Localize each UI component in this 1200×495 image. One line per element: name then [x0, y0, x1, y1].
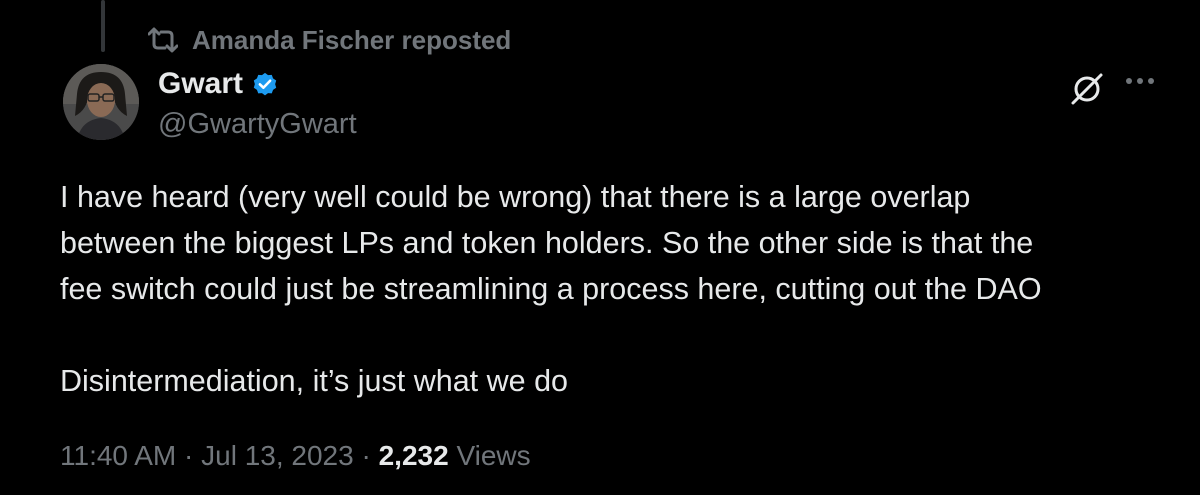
tweet-time[interactable]: 11:40 AM: [60, 440, 176, 471]
author-name-row[interactable]: Gwart: [158, 64, 279, 104]
tweet-line: between the biggest LPs and token holder…: [60, 226, 1034, 260]
verified-badge-icon[interactable]: [251, 70, 279, 98]
thread-connector-line: [101, 0, 105, 52]
tweet-line: I have heard (very well could be wrong) …: [60, 180, 971, 214]
repost-context[interactable]: Amanda Fischer reposted: [148, 22, 511, 58]
meta-separator: ·: [184, 440, 194, 471]
more-icon[interactable]: [1126, 78, 1154, 84]
views-count: 2,232: [378, 440, 449, 471]
meta-separator: ·: [361, 440, 371, 471]
repost-icon: [148, 27, 178, 53]
tweet-line: Disintermediation, it’s just what we do: [60, 364, 569, 398]
views-label: Views: [456, 440, 531, 471]
repost-label[interactable]: Amanda Fischer reposted: [192, 25, 511, 56]
grok-icon[interactable]: [1068, 70, 1106, 113]
more-dot: [1148, 78, 1154, 84]
tweet-text: I have heard (very well could be wrong) …: [60, 174, 1180, 404]
tweet-line: fee switch could just be streamlining a …: [60, 272, 1042, 306]
tweet-metadata: 11:40 AM · Jul 13, 2023 · 2,232 Views: [60, 436, 531, 476]
avatar[interactable]: [63, 64, 139, 140]
more-dot: [1126, 78, 1132, 84]
more-dot: [1137, 78, 1143, 84]
tweet-date[interactable]: Jul 13, 2023: [201, 440, 354, 471]
author-handle[interactable]: @GwartyGwart: [158, 106, 357, 142]
author-name[interactable]: Gwart: [158, 64, 243, 104]
